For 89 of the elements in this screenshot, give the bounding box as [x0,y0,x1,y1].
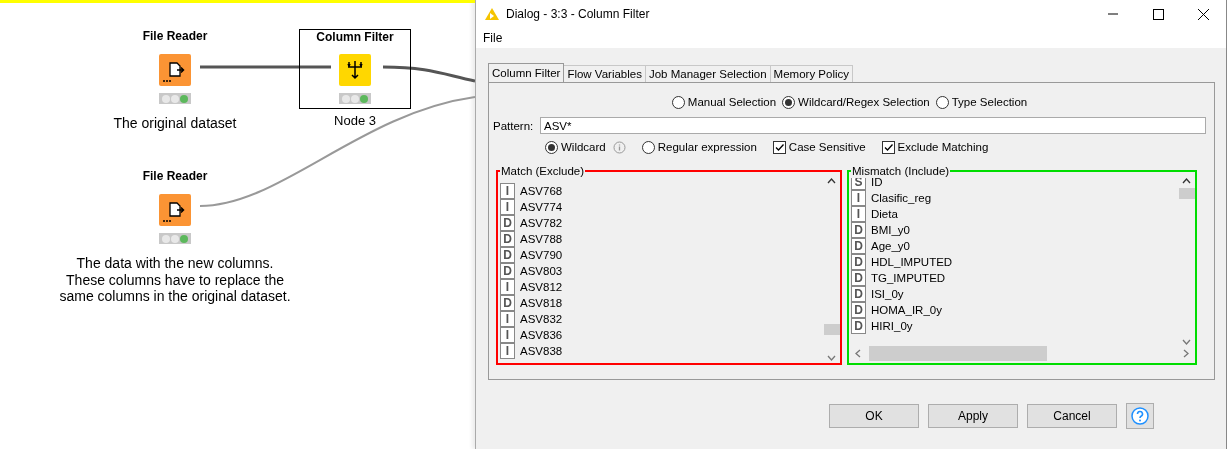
radio-label: Wildcard/Regex Selection [798,96,930,108]
column-name[interactable]: Dieta [871,208,898,220]
column-name[interactable]: ASV803 [520,265,563,277]
type-badge: I [500,279,515,295]
type-badge: D [851,222,866,238]
type-badge: D [851,254,866,270]
type-badge: D [851,318,866,334]
column-name[interactable]: HOMA_IR_0y [871,304,942,316]
column-name[interactable]: ASV812 [520,281,563,293]
window-title: Dialog - 3:3 - Column Filter [506,7,650,21]
node-icon[interactable] [339,54,371,86]
type-badge: D [851,238,866,254]
column-name[interactable]: TG_IMPUTED [871,272,946,284]
tab[interactable]: Column Filter [488,63,565,82]
scrollbar-thumb[interactable] [1178,188,1195,199]
column-name[interactable]: ASV836 [520,329,563,341]
scroll-right-icon [1183,348,1189,358]
scroll-up-icon [827,178,836,184]
type-badge: D [500,247,515,263]
field-label: Pattern: [493,119,535,132]
type-badge: I [500,199,515,215]
tab[interactable]: Memory Policy [769,65,853,82]
close-icon[interactable] [1197,8,1210,20]
node-title: File Reader [141,29,209,44]
type-badge: D [851,286,866,302]
radio-button[interactable] [935,95,949,109]
column-name[interactable]: HIRI_0y [871,320,913,332]
scroll-up-icon [1182,178,1191,184]
type-badge: I [500,327,515,343]
menu-item[interactable]: File [482,31,504,45]
column-name[interactable]: ASV790 [520,249,563,261]
column-name[interactable]: ASV838 [520,345,563,357]
type-badge: I [851,206,866,222]
column-name[interactable]: BMI_y0 [871,224,910,236]
node-title: Column Filter [315,30,395,45]
column-name[interactable]: Age_y0 [871,240,910,252]
radio-label: Regular expression [657,141,757,153]
radio-label: Manual Selection [687,96,777,108]
app-icon [484,7,500,21]
node-icon[interactable] [159,54,191,86]
type-badge: D [500,215,515,231]
dialog-button[interactable]: OK [829,404,919,428]
node-annotation: Node 3 [334,113,376,130]
scrollbar-thumb[interactable] [823,324,840,335]
checkbox-label: Case Sensitive [788,141,866,153]
column-name[interactable]: ASV768 [520,185,563,197]
node-title: File Reader [141,169,209,184]
column-name[interactable]: ASV818 [520,297,563,309]
dialog-button[interactable]: Apply [928,404,1018,428]
scroll-left-icon [855,348,861,358]
type-badge: I [500,183,515,199]
pattern-field[interactable]: ASV* [540,117,1206,134]
type-badge: I [500,343,515,359]
type-badge: I [851,190,866,206]
checkbox-label: Exclude Matching [897,141,989,153]
node-annotation: The data with the new columns. These columns have to replace the same columns in the original dataset. [59,255,291,305]
node-icon[interactable] [159,194,191,226]
type-badge: D [500,231,515,247]
radio-button[interactable] [671,95,685,109]
radio-button[interactable] [641,140,655,154]
scroll-down-icon [827,355,836,361]
radio-label: Type Selection [951,96,1028,108]
type-badge: D [851,302,866,318]
type-badge: D [500,263,515,279]
maximize-icon[interactable] [1152,8,1165,20]
node-annotation: The original dataset [113,115,237,132]
column-name[interactable]: ISI_0y [871,288,904,300]
checkbox[interactable] [881,140,895,154]
column-name[interactable]: Clasific_reg [871,192,932,204]
tab[interactable]: Job Manager Selection [644,65,771,82]
column-name[interactable]: HDL_IMPUTED [871,256,953,268]
type-badge: D [851,270,866,286]
checkbox[interactable] [772,140,786,154]
dialog-button[interactable]: Cancel [1027,404,1117,428]
scrollbar-thumb[interactable] [869,345,1047,361]
group-title: Mismatch (Include) [851,164,951,178]
column-name[interactable]: ASV832 [520,313,563,325]
radio-label: Wildcard [561,141,606,153]
group-title: Match (Exclude) [500,164,586,178]
type-badge: D [500,295,515,311]
radio-button[interactable] [782,95,796,109]
column-name[interactable]: ID [871,176,883,188]
scroll-down-icon [1182,339,1191,345]
type-badge: I [500,311,515,327]
column-name[interactable]: ASV788 [520,233,563,245]
column-name[interactable]: ASV774 [520,201,563,213]
column-name[interactable]: ASV782 [520,217,563,229]
help-button[interactable] [1126,403,1154,429]
radio-button[interactable] [545,140,558,154]
